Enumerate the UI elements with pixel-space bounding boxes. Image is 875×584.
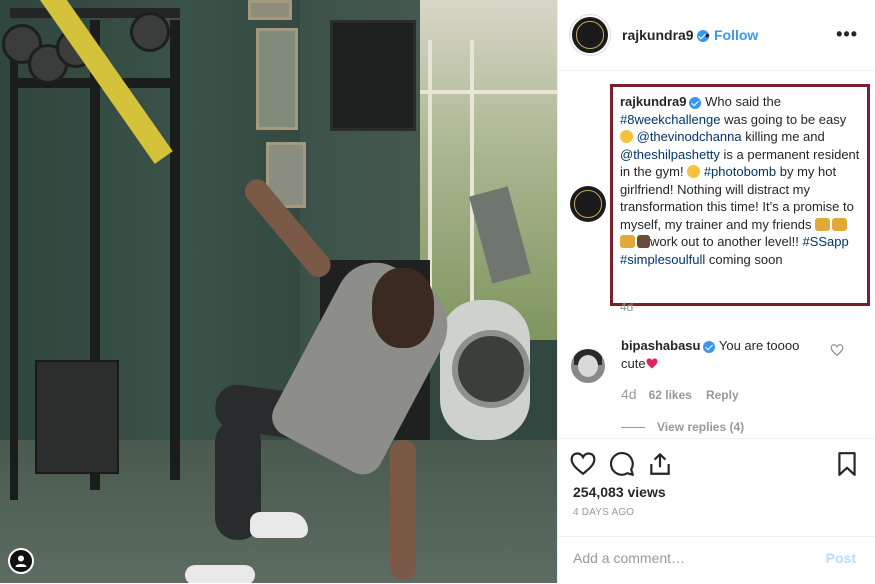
view-count[interactable]: 254,083 views [573, 484, 666, 500]
follow-button[interactable]: Follow [714, 27, 758, 43]
hashtag-link[interactable]: #SSapp [802, 234, 848, 249]
share-icon[interactable] [647, 451, 673, 477]
red-heart-emoji-icon [646, 358, 658, 368]
avatar[interactable] [570, 15, 610, 55]
comment-timestamp: 4d [621, 386, 637, 402]
comment-username[interactable]: bipashabasu [621, 338, 700, 353]
sweat-smile-emoji-icon [620, 130, 633, 143]
folded-hands-emoji-icon [815, 217, 831, 231]
comment-meta: 4d 62 likes Reply [621, 386, 739, 402]
hashtag-link[interactable]: #8weekchallenge [620, 112, 720, 127]
media-picture-frame [248, 0, 292, 20]
caption-timestamp: 4d [620, 300, 634, 314]
caption-username[interactable]: rajkundra9 [620, 94, 686, 109]
verified-badge-icon [689, 96, 702, 109]
more-options-icon[interactable]: ••• [836, 25, 858, 43]
hashtag-link[interactable]: #photobomb [704, 164, 776, 179]
hashtag-link[interactable]: #simplesoulfull [620, 252, 705, 267]
separator-dot: • [705, 27, 710, 43]
bookmark-icon[interactable] [834, 451, 860, 477]
comment-avatar[interactable] [571, 349, 605, 383]
comment-text: bipashabasu You are toooo cute [621, 338, 800, 371]
media-tv [330, 20, 416, 131]
tagged-users-icon[interactable] [8, 548, 34, 574]
header-username[interactable]: rajkundra9 [622, 27, 709, 43]
caption-avatar[interactable] [570, 186, 606, 222]
mention-link[interactable]: @theshilpashetty [620, 147, 720, 162]
post-date: 4 DAYS AGO [573, 507, 635, 518]
running-man-emoji-icon [637, 235, 650, 248]
mention-link[interactable]: @thevinodchanna [637, 129, 742, 144]
add-comment-input[interactable]: Add a comment… [573, 550, 685, 566]
comment-likes-link[interactable]: 62 likes [649, 388, 692, 402]
post-media[interactable] [0, 0, 557, 583]
comment-like-heart-icon[interactable] [830, 343, 844, 357]
media-picture-frame [256, 28, 298, 130]
media-weight-stack [35, 360, 119, 474]
action-bar [558, 438, 875, 489]
reply-button[interactable]: Reply [706, 388, 739, 402]
comment-bubble-icon[interactable] [609, 451, 635, 477]
post-panel: rajkundra9 • Follow ••• rajkundra9 Who s… [557, 0, 875, 583]
wink-emoji-icon [687, 165, 701, 178]
post-header: rajkundra9 • Follow ••• [558, 0, 875, 71]
verified-badge-icon [703, 340, 716, 353]
view-replies-button[interactable]: View replies (4) [621, 420, 744, 434]
weightlifter-emoji-icon [620, 235, 635, 248]
caption-text: rajkundra9 Who said the #8weekchallenge … [620, 94, 860, 267]
post-comment-button[interactable]: Post [826, 550, 856, 566]
like-heart-icon[interactable] [570, 451, 596, 477]
flexed-biceps-emoji-icon [832, 217, 848, 231]
add-comment-bar: Add a comment… Post [558, 536, 875, 584]
